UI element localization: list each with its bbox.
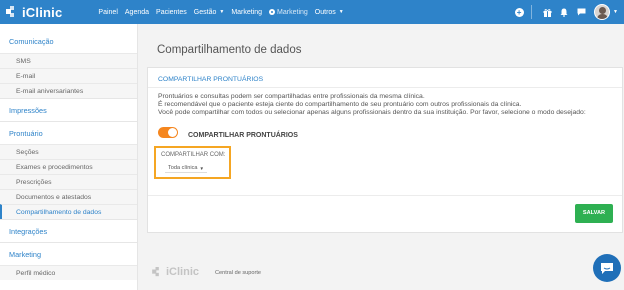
nav-painel[interactable]: Painel <box>98 9 117 16</box>
page-title: Compartilhamento de dados <box>157 44 302 56</box>
sidebar-section-marketing[interactable]: Marketing <box>0 242 137 265</box>
nav-marketing-alt[interactable]: Marketing <box>269 9 308 16</box>
sidebar-item-documentos[interactable]: Documentos e atestados <box>0 189 137 204</box>
sidebar-item-compartilhamento[interactable]: Compartilhamento de dados <box>0 204 137 219</box>
sidebar-item-exames[interactable]: Exames e procedimentos <box>0 159 137 174</box>
settings-sidebar: Comunicação SMS E-mail E-mail aniversari… <box>0 24 138 290</box>
footer-logo-text: iClinic <box>166 266 200 278</box>
marketing-dot-icon <box>269 9 276 15</box>
chevron-down-icon: ▼ <box>338 9 344 15</box>
nav-label: Outros <box>314 8 336 16</box>
gift-icon[interactable] <box>540 0 554 24</box>
nav-outros[interactable]: Outros ▼ <box>315 9 344 16</box>
description-line: Você pode compartilhar com todos ou sele… <box>158 109 586 116</box>
chevron-down-icon: ▼ <box>219 9 225 15</box>
share-with-group: COMPARTILHAR COM: Toda clínica ▼ <box>154 146 231 179</box>
plus-circle-icon[interactable]: + <box>512 0 526 24</box>
caret-down-icon: ▼ <box>199 165 205 171</box>
top-right-actions: + ▼ <box>509 0 624 24</box>
logo-mark-icon <box>6 6 14 17</box>
logo-text: iClinic <box>22 4 63 20</box>
nav-gestao[interactable]: Gestão ▼ <box>194 9 225 16</box>
toggle-label: COMPARTILHAR PRONTUÁRIOS <box>188 132 298 139</box>
share-with-select[interactable]: Toda clínica ▼ <box>165 164 208 173</box>
nav-marketing[interactable]: Marketing <box>231 9 262 16</box>
card-title: COMPARTILHAR PRONTUÁRIOS <box>158 76 264 83</box>
nav-label: Pacientes <box>156 8 187 16</box>
nav-label: Marketing <box>231 8 263 16</box>
share-records-toggle[interactable] <box>158 127 178 138</box>
nav-agenda[interactable]: Agenda <box>125 9 149 16</box>
toggle-knob <box>168 128 177 137</box>
logo-mark-icon <box>152 267 159 277</box>
divider <box>148 195 622 196</box>
share-with-value: Toda clínica <box>168 165 198 171</box>
sidebar-section-integracoes[interactable]: Integrações <box>0 219 137 242</box>
sidebar-item-perfil-medico[interactable]: Perfil médico <box>0 265 137 280</box>
top-navbar: iClinic Painel Agenda Pacientes Gestão ▼ … <box>0 0 624 24</box>
app-logo[interactable]: iClinic <box>6 5 62 20</box>
sidebar-section-comunicacao[interactable]: Comunicação <box>0 30 137 53</box>
divider <box>531 5 533 19</box>
description-line: É recomendável que o paciente esteja cie… <box>158 101 522 108</box>
divider <box>148 87 622 88</box>
sidebar-item-email[interactable]: E-mail <box>0 68 137 83</box>
nav-label: Gestão <box>193 8 217 16</box>
nav-label: Marketing <box>277 8 308 16</box>
sidebar-section-impressoes[interactable]: Impressões <box>0 98 137 121</box>
chat-bubble-icon <box>601 262 613 274</box>
chevron-down-icon[interactable]: ▼ <box>613 9 618 15</box>
chat-icon[interactable] <box>574 0 588 24</box>
sidebar-item-sms[interactable]: SMS <box>0 53 137 68</box>
share-with-label: COMPARTILHAR COM: <box>161 152 226 158</box>
save-button[interactable]: SALVAR <box>575 204 613 223</box>
share-settings-card: COMPARTILHAR PRONTUÁRIOS Prontuários e c… <box>147 67 623 233</box>
nav-pacientes[interactable]: Pacientes <box>156 9 187 16</box>
main-nav: Painel Agenda Pacientes Gestão ▼ Marketin… <box>98 9 350 16</box>
nav-label: Agenda <box>124 8 150 16</box>
nav-label: Painel <box>98 8 118 16</box>
sidebar-section-prontuario[interactable]: Prontuário <box>0 121 137 144</box>
sidebar-item-email-aniversariantes[interactable]: E-mail aniversariantes <box>0 83 137 98</box>
avatar[interactable] <box>594 4 611 20</box>
support-link[interactable]: Central de suporte <box>215 270 261 276</box>
sidebar-item-prescricoes[interactable]: Prescrições <box>0 174 137 189</box>
bell-icon[interactable] <box>557 0 571 24</box>
description-line: Prontuários e consultas podem ser compar… <box>158 93 425 100</box>
sidebar-item-secoes[interactable]: Seções <box>0 144 137 159</box>
footer-logo: iClinic <box>152 266 199 278</box>
chat-launcher-button[interactable] <box>593 254 621 282</box>
